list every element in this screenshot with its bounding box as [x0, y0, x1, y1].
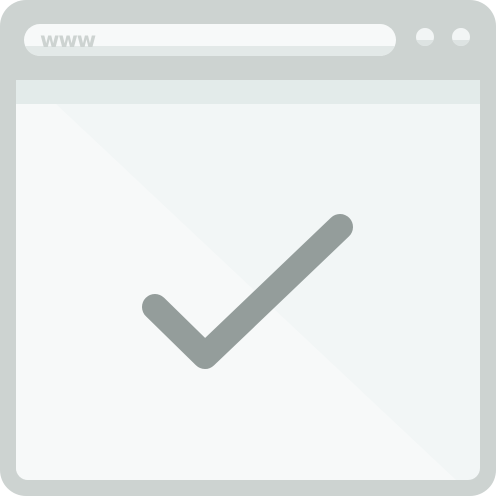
checkmark-icon	[142, 214, 353, 369]
browser-window-illustration: www	[0, 0, 496, 496]
